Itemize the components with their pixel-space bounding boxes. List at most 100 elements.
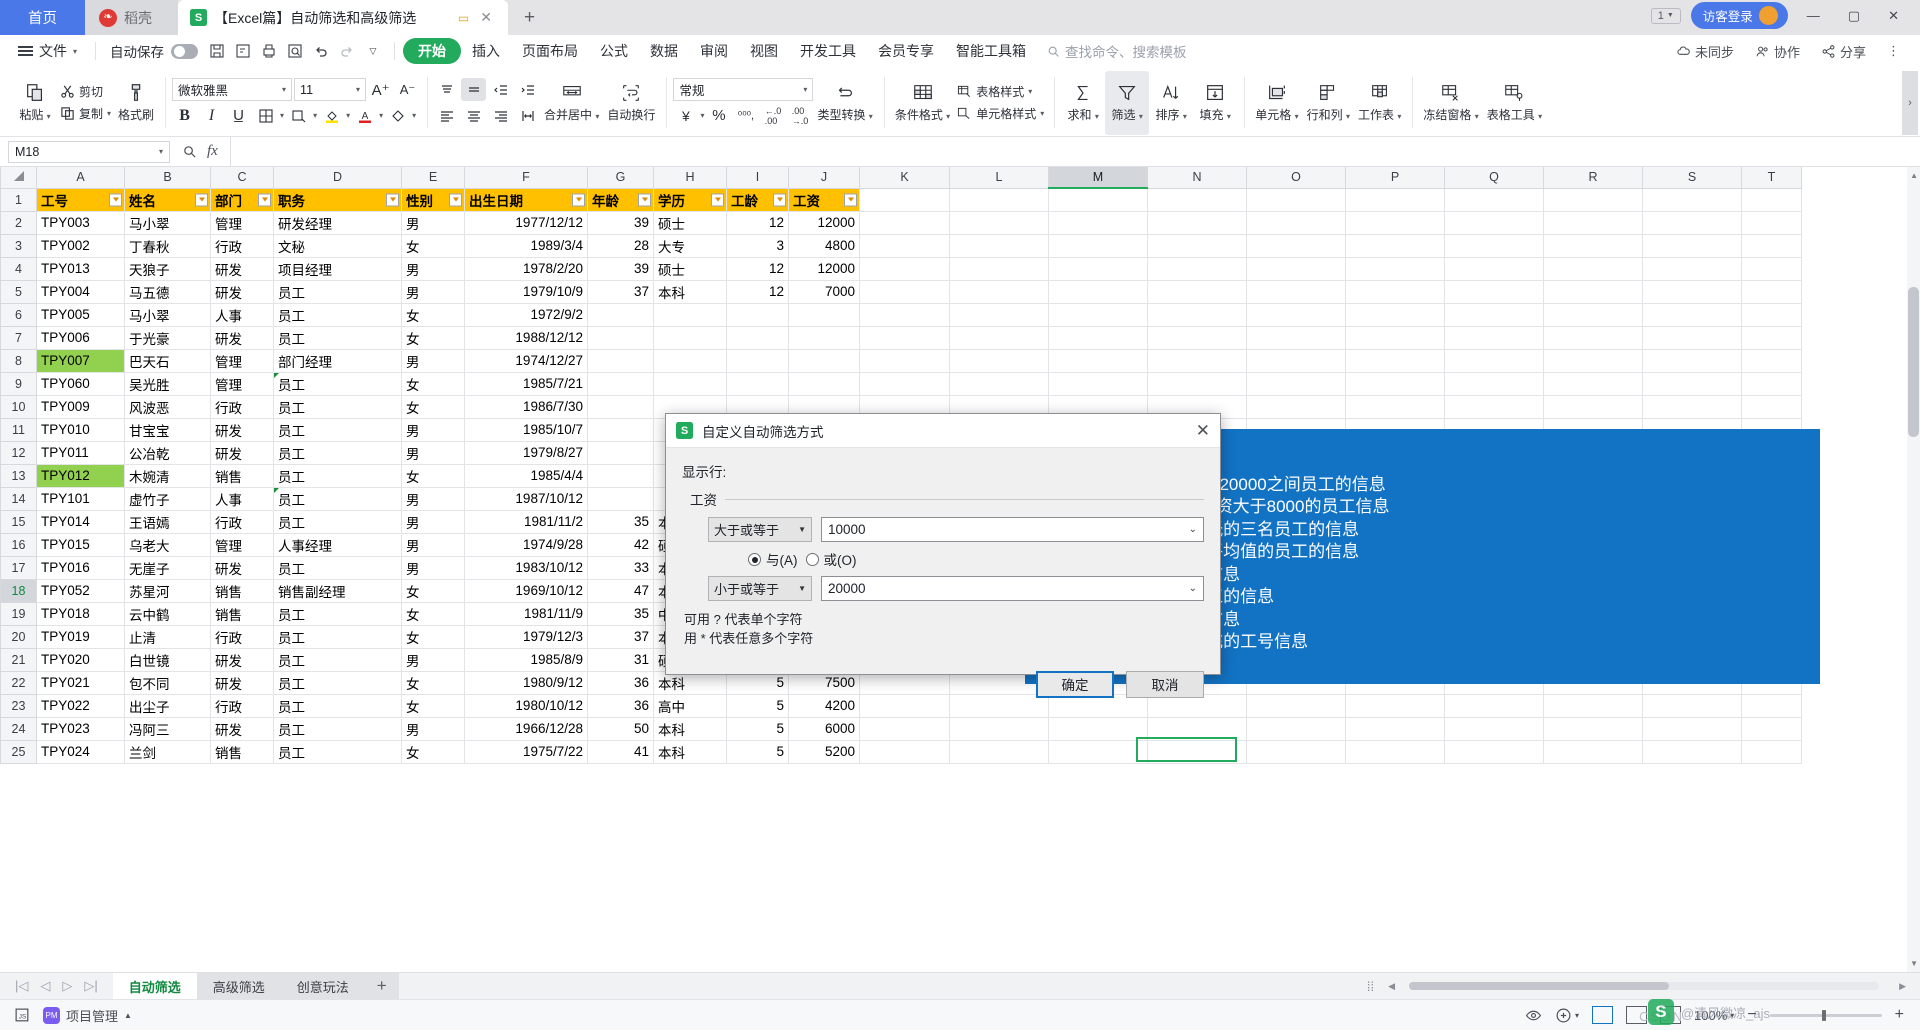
- column-filter-header-G[interactable]: 年龄: [587, 187, 654, 212]
- cell-F17[interactable]: 1983/10/12: [464, 555, 588, 580]
- ribbon-tab-insert[interactable]: 插入: [461, 38, 511, 64]
- cell-D15[interactable]: 员工: [273, 509, 402, 534]
- window-tab-document[interactable]: S 【Excel篇】自动筛选和高级筛选 ▭ ✕: [178, 0, 508, 35]
- cell-D17[interactable]: 员工: [273, 555, 402, 580]
- select-all-corner[interactable]: [0, 167, 37, 189]
- cut-button[interactable]: 剪切: [57, 82, 114, 101]
- cell-F20[interactable]: 1979/12/3: [464, 624, 588, 649]
- row-header-3[interactable]: 3: [0, 233, 37, 258]
- cell-A6[interactable]: TPY005: [36, 302, 125, 327]
- row-header-25[interactable]: 25: [0, 739, 37, 764]
- increase-indent-button[interactable]: [515, 78, 540, 101]
- table-row[interactable]: 25 TPY024 兰剑 销售 员工女 1975/7/22 41 本科 5 5200: [0, 739, 1802, 764]
- cell-B9[interactable]: 吴光胜: [124, 371, 211, 396]
- cell-N25[interactable]: [1147, 739, 1247, 764]
- new-tab-button[interactable]: +: [508, 0, 552, 35]
- row-header-21[interactable]: 21: [0, 647, 37, 672]
- filter-dropdown-icon[interactable]: [195, 193, 208, 206]
- rows-cols-button[interactable]: 行和列 ▾: [1303, 71, 1354, 135]
- filter-button[interactable]: 筛选 ▾: [1105, 70, 1150, 135]
- chevron-down-icon[interactable]: ▾: [379, 111, 383, 120]
- currency-button[interactable]: ¥: [673, 104, 698, 127]
- filter-dropdown-icon[interactable]: [638, 193, 651, 206]
- cell-E18[interactable]: 女: [401, 578, 465, 603]
- sort-button[interactable]: 排序 ▾: [1149, 71, 1193, 135]
- cell-J4[interactable]: 12000: [788, 256, 860, 281]
- cell-J8[interactable]: [788, 348, 860, 373]
- cell-Q10[interactable]: [1444, 394, 1544, 419]
- sync-status-button[interactable]: 未同步: [1668, 42, 1742, 61]
- cell-R7[interactable]: [1543, 325, 1643, 350]
- row-header-2[interactable]: 2: [0, 210, 37, 235]
- format-painter-button[interactable]: 格式刷: [114, 71, 158, 135]
- filter-dropdown-icon[interactable]: [844, 193, 857, 206]
- cell-T10[interactable]: [1741, 394, 1802, 419]
- cell-G14[interactable]: [587, 486, 654, 511]
- cell-C2[interactable]: 管理: [210, 210, 274, 235]
- cell-A21[interactable]: TPY020: [36, 647, 125, 672]
- row-header-10[interactable]: 10: [0, 394, 37, 419]
- row-header-6[interactable]: 6: [0, 302, 37, 327]
- cell-C11[interactable]: 研发: [210, 417, 274, 442]
- cell-A24[interactable]: TPY023: [36, 716, 125, 741]
- italic-button[interactable]: I: [199, 104, 224, 127]
- column-header-L[interactable]: L: [949, 167, 1049, 189]
- normal-view-button[interactable]: [1592, 1006, 1614, 1024]
- cell-F25[interactable]: 1975/7/22: [464, 739, 588, 764]
- share-button[interactable]: 分享: [1813, 42, 1874, 61]
- ribbon-tab-data[interactable]: 数据: [639, 38, 689, 64]
- cell-P6[interactable]: [1345, 302, 1445, 327]
- cell-M2[interactable]: [1048, 210, 1148, 235]
- cell-C19[interactable]: 销售: [210, 601, 274, 626]
- cell-D19[interactable]: 员工: [273, 601, 402, 626]
- column-header-N[interactable]: N: [1147, 167, 1247, 189]
- cell-C21[interactable]: 研发: [210, 647, 274, 672]
- row-header-14[interactable]: 14: [0, 486, 37, 511]
- ribbon-tab-view[interactable]: 视图: [739, 38, 789, 64]
- cell-O3[interactable]: [1246, 233, 1346, 258]
- cell-K1[interactable]: [859, 187, 950, 212]
- column-header-G[interactable]: G: [587, 167, 654, 189]
- cell-Q3[interactable]: [1444, 233, 1544, 258]
- cell-K8[interactable]: [859, 348, 950, 373]
- chevron-down-icon[interactable]: ⌄: [1189, 583, 1197, 594]
- cell-I5[interactable]: 12: [726, 279, 789, 304]
- column-header-P[interactable]: P: [1345, 167, 1445, 189]
- merge-center-button[interactable]: 合并居中 ▾: [540, 71, 603, 135]
- align-center-button[interactable]: [461, 104, 486, 127]
- cell-D16[interactable]: 人事经理: [273, 532, 402, 557]
- cell-B14[interactable]: 虚竹子: [124, 486, 211, 511]
- cell-B2[interactable]: 马小翠: [124, 210, 211, 235]
- cell-E9[interactable]: 女: [401, 371, 465, 396]
- cell-T7[interactable]: [1741, 325, 1802, 350]
- cell-P1[interactable]: [1345, 187, 1445, 212]
- page-count-badge[interactable]: 1 ▼: [1650, 7, 1681, 24]
- cell-C5[interactable]: 研发: [210, 279, 274, 304]
- sheet-tab-creative[interactable]: 创意玩法: [280, 972, 365, 1000]
- cell-F23[interactable]: 1980/10/12: [464, 693, 588, 718]
- table-row[interactable]: 24 TPY023 冯阿三 研发 员工男 1966/12/28 50 本科 5 6000: [0, 716, 1802, 741]
- cell-S25[interactable]: [1642, 739, 1742, 764]
- fill-button[interactable]: 填充 ▾: [1193, 71, 1237, 135]
- align-right-button[interactable]: [488, 104, 513, 127]
- cell-C25[interactable]: 销售: [210, 739, 274, 764]
- cell-G13[interactable]: [587, 463, 654, 488]
- cell-I4[interactable]: 12: [726, 256, 789, 281]
- cell-G17[interactable]: 33: [587, 555, 654, 580]
- cell-S8[interactable]: [1642, 348, 1742, 373]
- chevron-down-icon[interactable]: ⌄: [1189, 524, 1197, 535]
- cell-E5[interactable]: 男: [401, 279, 465, 304]
- cell-Q24[interactable]: [1444, 716, 1544, 741]
- add-sheet-button[interactable]: +: [364, 972, 399, 1000]
- cell-L8[interactable]: [949, 348, 1049, 373]
- cell-Q25[interactable]: [1444, 739, 1544, 764]
- filter-dropdown-icon[interactable]: [449, 193, 462, 206]
- cell-D5[interactable]: 员工: [273, 279, 402, 304]
- name-box[interactable]: M18 ▾: [8, 140, 170, 163]
- cell-F21[interactable]: 1985/8/9: [464, 647, 588, 672]
- row-header-15[interactable]: 15: [0, 509, 37, 534]
- cell-F5[interactable]: 1979/10/9: [464, 279, 588, 304]
- cell-P2[interactable]: [1345, 210, 1445, 235]
- cell-B3[interactable]: 丁春秋: [124, 233, 211, 258]
- cell-F19[interactable]: 1981/11/9: [464, 601, 588, 626]
